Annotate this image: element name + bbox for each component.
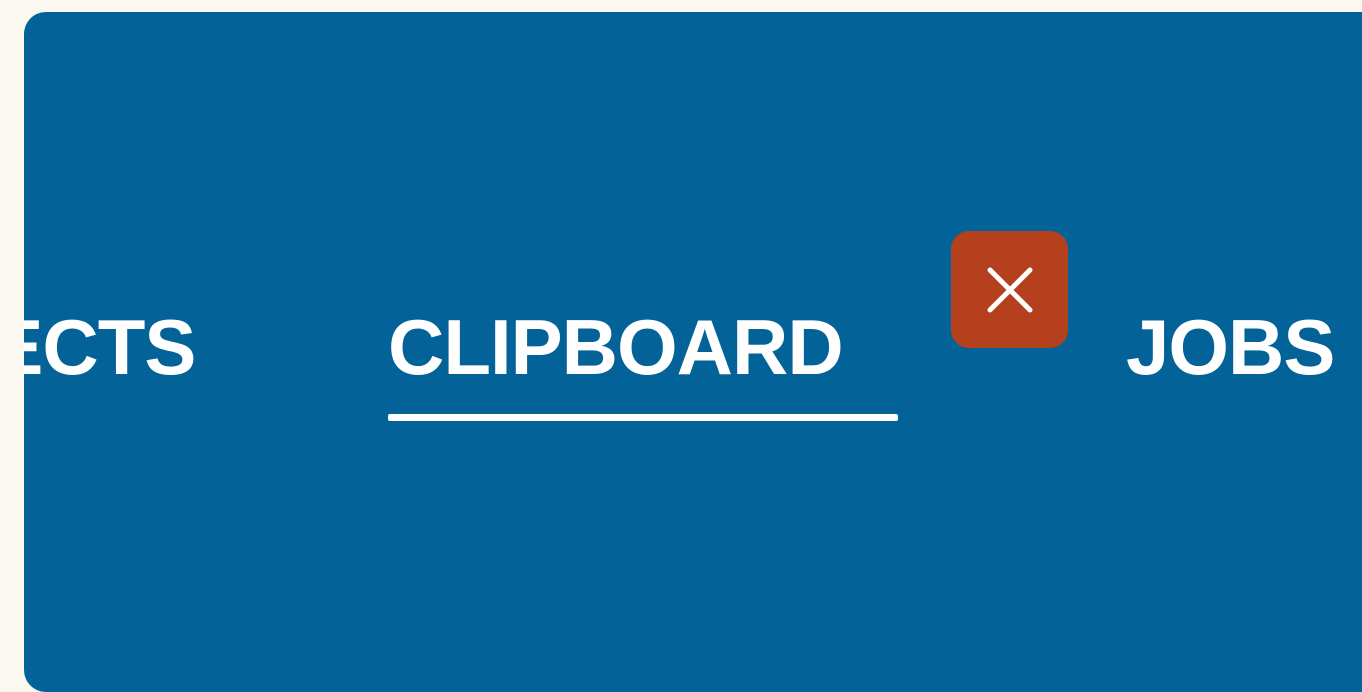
tab-objects[interactable]: OBJECTS bbox=[24, 302, 196, 392]
close-tab-button[interactable] bbox=[951, 231, 1068, 348]
tab-clipboard[interactable]: CLIPBOARD bbox=[388, 302, 844, 392]
tab-jobs-label: JOBS bbox=[1126, 303, 1335, 391]
close-icon bbox=[982, 262, 1038, 318]
tab-objects-label: OBJECTS bbox=[24, 303, 196, 391]
tab-jobs[interactable]: JOBS bbox=[1126, 302, 1335, 392]
tab-clipboard-label: CLIPBOARD bbox=[388, 303, 844, 391]
active-tab-indicator bbox=[388, 414, 898, 421]
tab-bar-panel: OBJECTS CLIPBOARD JOBS bbox=[24, 12, 1362, 692]
